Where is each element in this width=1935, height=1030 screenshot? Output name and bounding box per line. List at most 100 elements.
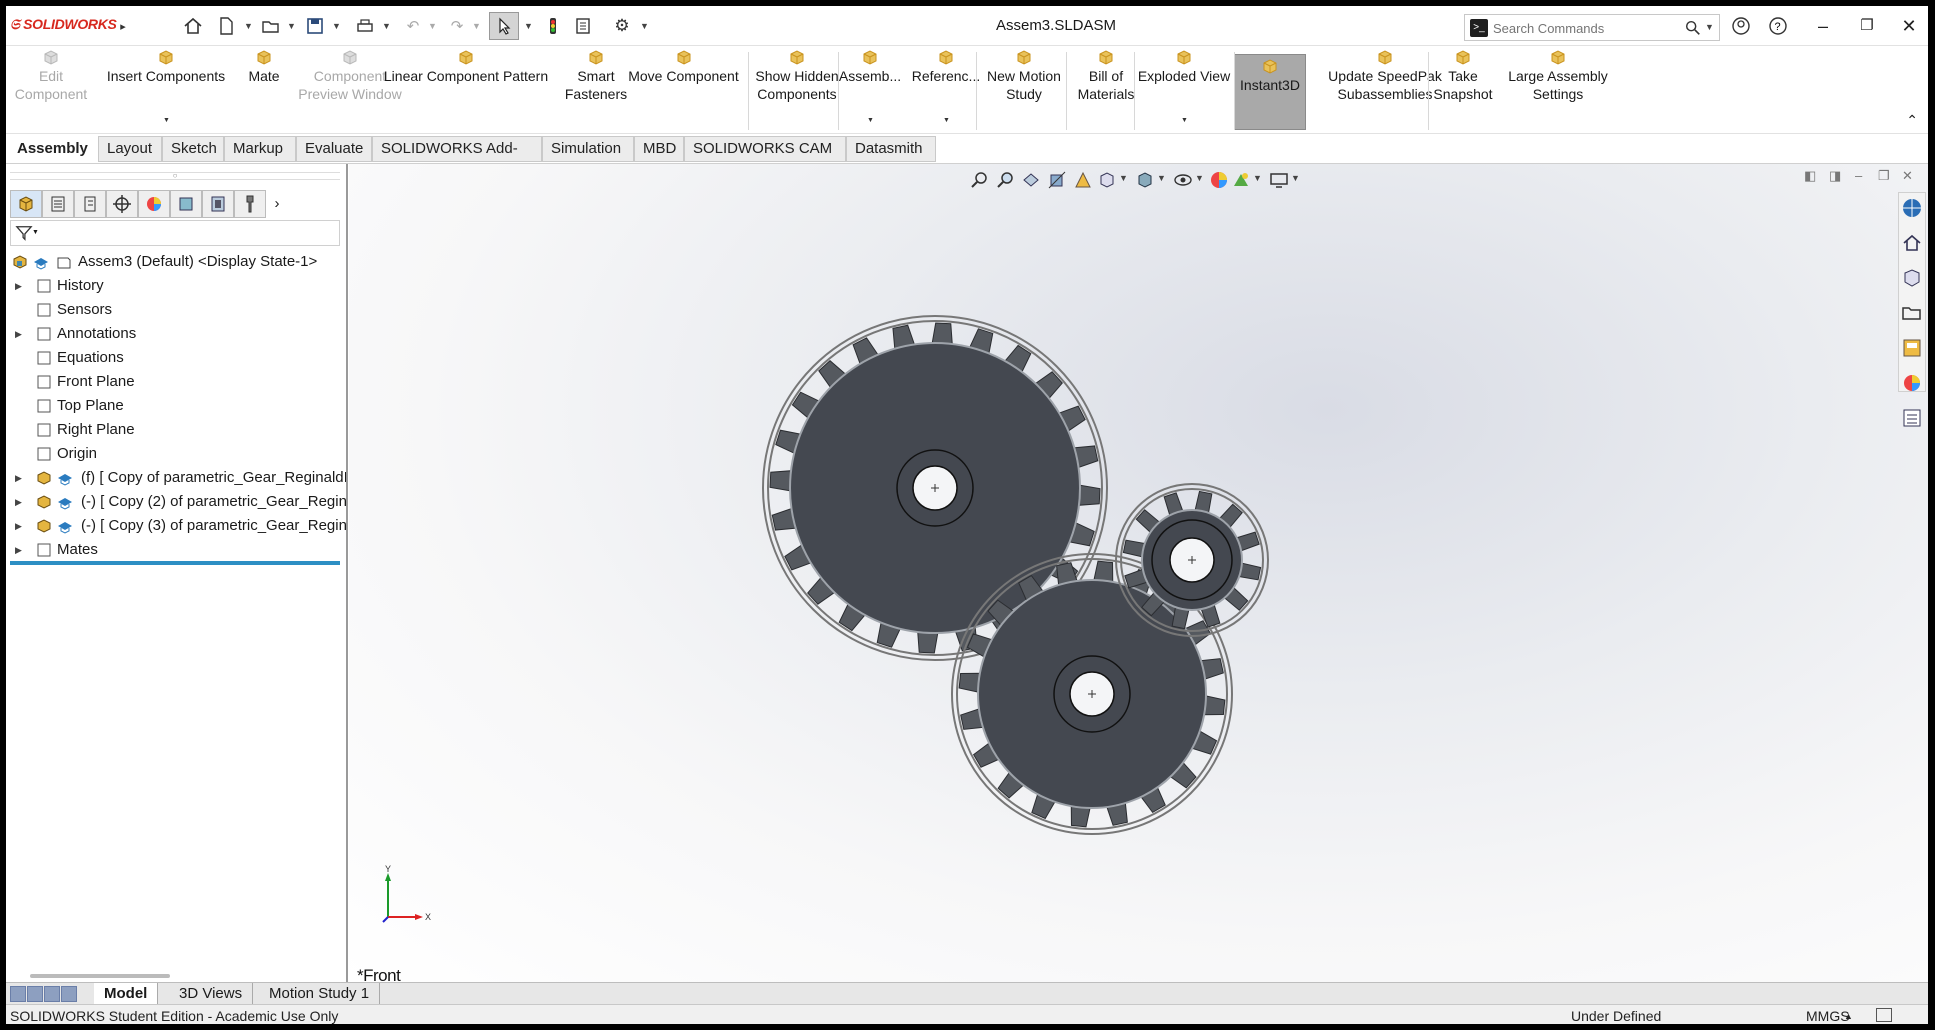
more-tabs-icon[interactable]: › <box>266 190 288 218</box>
tab-assembly[interactable]: Assembly <box>8 136 98 162</box>
cam-feature-tab-icon[interactable] <box>170 190 202 218</box>
folder-icon[interactable] <box>1900 301 1924 325</box>
help-icon[interactable]: ? <box>1763 13 1793 39</box>
dropdown-caret-icon[interactable]: ▼ <box>867 112 874 130</box>
first-tab-nav-icon[interactable] <box>10 986 26 1002</box>
tab-solidworks-cam[interactable]: SOLIDWORKS CAM <box>684 136 846 162</box>
tab-solidworks-add-ins[interactable]: SOLIDWORKS Add-Ins <box>372 136 542 181</box>
new-dropdown-icon[interactable]: ▼ <box>244 21 253 31</box>
rollback-bar[interactable] <box>10 561 340 565</box>
solidworks-resources-icon[interactable] <box>1900 196 1924 220</box>
print-icon[interactable] <box>352 12 378 40</box>
search-dropdown-icon[interactable]: ▼ <box>1705 22 1714 32</box>
status-settings-icon[interactable] <box>1876 1008 1892 1022</box>
collapse-ribbon-icon[interactable]: ⌃ <box>1906 112 1918 129</box>
filter-dropdown-icon[interactable]: ▼ <box>32 229 39 236</box>
select-icon[interactable] <box>489 12 519 40</box>
tree-item-copy-2-of-parametric-gear-regina[interactable]: ▶ (-) [ Copy (2) of parametric_Gear_Regin… <box>6 490 346 514</box>
tree-horizontal-scrollbar[interactable] <box>30 974 170 978</box>
view-palette-icon[interactable] <box>1900 336 1924 360</box>
expand-arrow-icon[interactable]: ▶ <box>15 514 22 538</box>
exploded-view-button[interactable]: Exploded View ▼ <box>1134 46 1234 134</box>
tree-item-right-plane[interactable]: Right Plane <box>6 418 346 442</box>
bottom-tab-model[interactable]: Model <box>94 983 159 1005</box>
last-tab-nav-icon[interactable] <box>61 986 77 1002</box>
tree-item-origin[interactable]: Origin <box>6 442 346 466</box>
prev-tab-nav-icon[interactable] <box>27 986 43 1002</box>
tree-item-mates[interactable]: ▶ Mates <box>6 538 346 562</box>
move-component-button[interactable]: Move Component <box>621 46 746 134</box>
expand-arrow-icon[interactable]: ▶ <box>15 466 22 490</box>
save-icon[interactable] <box>302 12 328 40</box>
print-dropdown-icon[interactable]: ▼ <box>382 21 391 31</box>
tab-layout[interactable]: Layout <box>98 136 162 162</box>
filter-icon[interactable] <box>15 224 33 242</box>
new-motion-study-button[interactable]: New Motion Study <box>981 46 1067 134</box>
linear-component-pattern-button[interactable]: Linear Component Pattern <box>376 46 556 134</box>
options-dropdown-icon[interactable]: ▼ <box>640 21 649 31</box>
minimize-icon[interactable]: – <box>1808 13 1838 39</box>
bottom-tab-motion-study-1[interactable]: Motion Study 1 <box>259 983 381 1005</box>
file-properties-icon[interactable] <box>572 12 594 40</box>
tree-item-sensors[interactable]: Sensors <box>6 298 346 322</box>
property-manager-tab-icon[interactable] <box>42 190 74 218</box>
gear-assembly-model[interactable] <box>349 164 1928 982</box>
new-document-icon[interactable] <box>214 12 238 40</box>
home-icon[interactable] <box>178 12 208 40</box>
graphics-area[interactable]: ▼ ▼ ▼ ▼ ▼ ◧ ◨ – ❐ ✕ Y X *Front <box>349 164 1928 985</box>
tree-item-top-plane[interactable]: Top Plane <box>6 394 346 418</box>
tree-item-front-plane[interactable]: Front Plane <box>6 370 346 394</box>
account-icon[interactable] <box>1726 13 1756 39</box>
solidworks-logo[interactable]: 𝔖 SOLIDWORKS <box>10 16 117 33</box>
panel-splitter[interactable]: ○ <box>10 172 340 180</box>
configuration-manager-tab-icon[interactable] <box>74 190 106 218</box>
close-icon[interactable]: ✕ <box>1894 13 1924 39</box>
dimxpert-tab-icon[interactable] <box>106 190 138 218</box>
redo-icon[interactable]: ↷ <box>446 12 468 40</box>
feature-manager-tab-icon[interactable] <box>10 190 42 218</box>
custom-properties-icon[interactable] <box>1900 406 1924 430</box>
tab-datasmith[interactable]: Datasmith <box>846 136 936 162</box>
take-snapshot-button[interactable]: Take Snapshot <box>1432 46 1494 134</box>
undo-dropdown-icon[interactable]: ▼ <box>428 21 437 31</box>
show-hidden-components-button[interactable]: Show Hidden Components <box>746 46 848 134</box>
bottom-tab-3d-views[interactable]: 3D Views <box>169 983 254 1005</box>
small-gear[interactable] <box>1115 483 1269 637</box>
search-commands-box[interactable]: >_ ▼ <box>1464 14 1720 41</box>
search-icon[interactable] <box>1683 19 1703 37</box>
options-gear-icon[interactable]: ⚙ <box>610 12 634 40</box>
appearances-icon[interactable] <box>1900 371 1924 395</box>
dropdown-caret-icon[interactable]: ▼ <box>163 112 170 130</box>
cam-tool-tab-icon[interactable] <box>234 190 266 218</box>
tab-markup[interactable]: Markup <box>224 136 296 162</box>
tab-mbd[interactable]: MBD <box>634 136 684 162</box>
file-explorer-icon[interactable] <box>1900 266 1924 290</box>
tab-sketch[interactable]: Sketch <box>162 136 224 162</box>
open-dropdown-icon[interactable]: ▼ <box>287 21 296 31</box>
reference-geometry-button[interactable]: Referenc... ▼ <box>906 46 986 134</box>
tree-filter[interactable]: ▼ <box>10 220 340 246</box>
next-tab-nav-icon[interactable] <box>44 986 60 1002</box>
rebuild-icon[interactable] <box>542 12 564 40</box>
tab-evaluate[interactable]: Evaluate <box>296 136 372 162</box>
tree-item-equations[interactable]: Equations <box>6 346 346 370</box>
edit-component-button[interactable]: Edit Component <box>6 46 96 134</box>
tree-item-history[interactable]: ▶ History <box>6 274 346 298</box>
display-manager-tab-icon[interactable] <box>138 190 170 218</box>
redo-dropdown-icon[interactable]: ▼ <box>472 21 481 31</box>
insert-components-button[interactable]: Insert Components ▼ <box>96 46 236 134</box>
large-assembly-settings-button[interactable]: Large Assembly Settings <box>1496 46 1620 134</box>
restore-icon[interactable]: ❐ <box>1852 13 1882 39</box>
instant3d-button[interactable]: Instant3D <box>1234 54 1306 130</box>
undo-icon[interactable]: ↶ <box>402 12 424 40</box>
mate-button[interactable]: Mate <box>236 46 292 134</box>
tree-item-copy-3-of-parametric-gear-regina[interactable]: ▶ (-) [ Copy (3) of parametric_Gear_Regin… <box>6 514 346 538</box>
expand-arrow-icon[interactable]: ▶ <box>15 490 22 514</box>
tree-item-f-copy-of-parametric-gear-reginaldit[interactable]: ▶ (f) [ Copy of parametric_Gear_ReginaldI… <box>6 466 346 490</box>
expand-arrow-icon[interactable]: ▶ <box>15 538 22 562</box>
tree-root-assembly[interactable]: Assem3 (Default) <Display State-1> <box>6 250 346 274</box>
dropdown-caret-icon[interactable]: ▼ <box>943 112 950 130</box>
menu-expand-icon[interactable]: ▸ <box>116 12 130 40</box>
expand-arrow-icon[interactable]: ▶ <box>15 322 22 346</box>
tree-item-annotations[interactable]: ▶ Annotations <box>6 322 346 346</box>
